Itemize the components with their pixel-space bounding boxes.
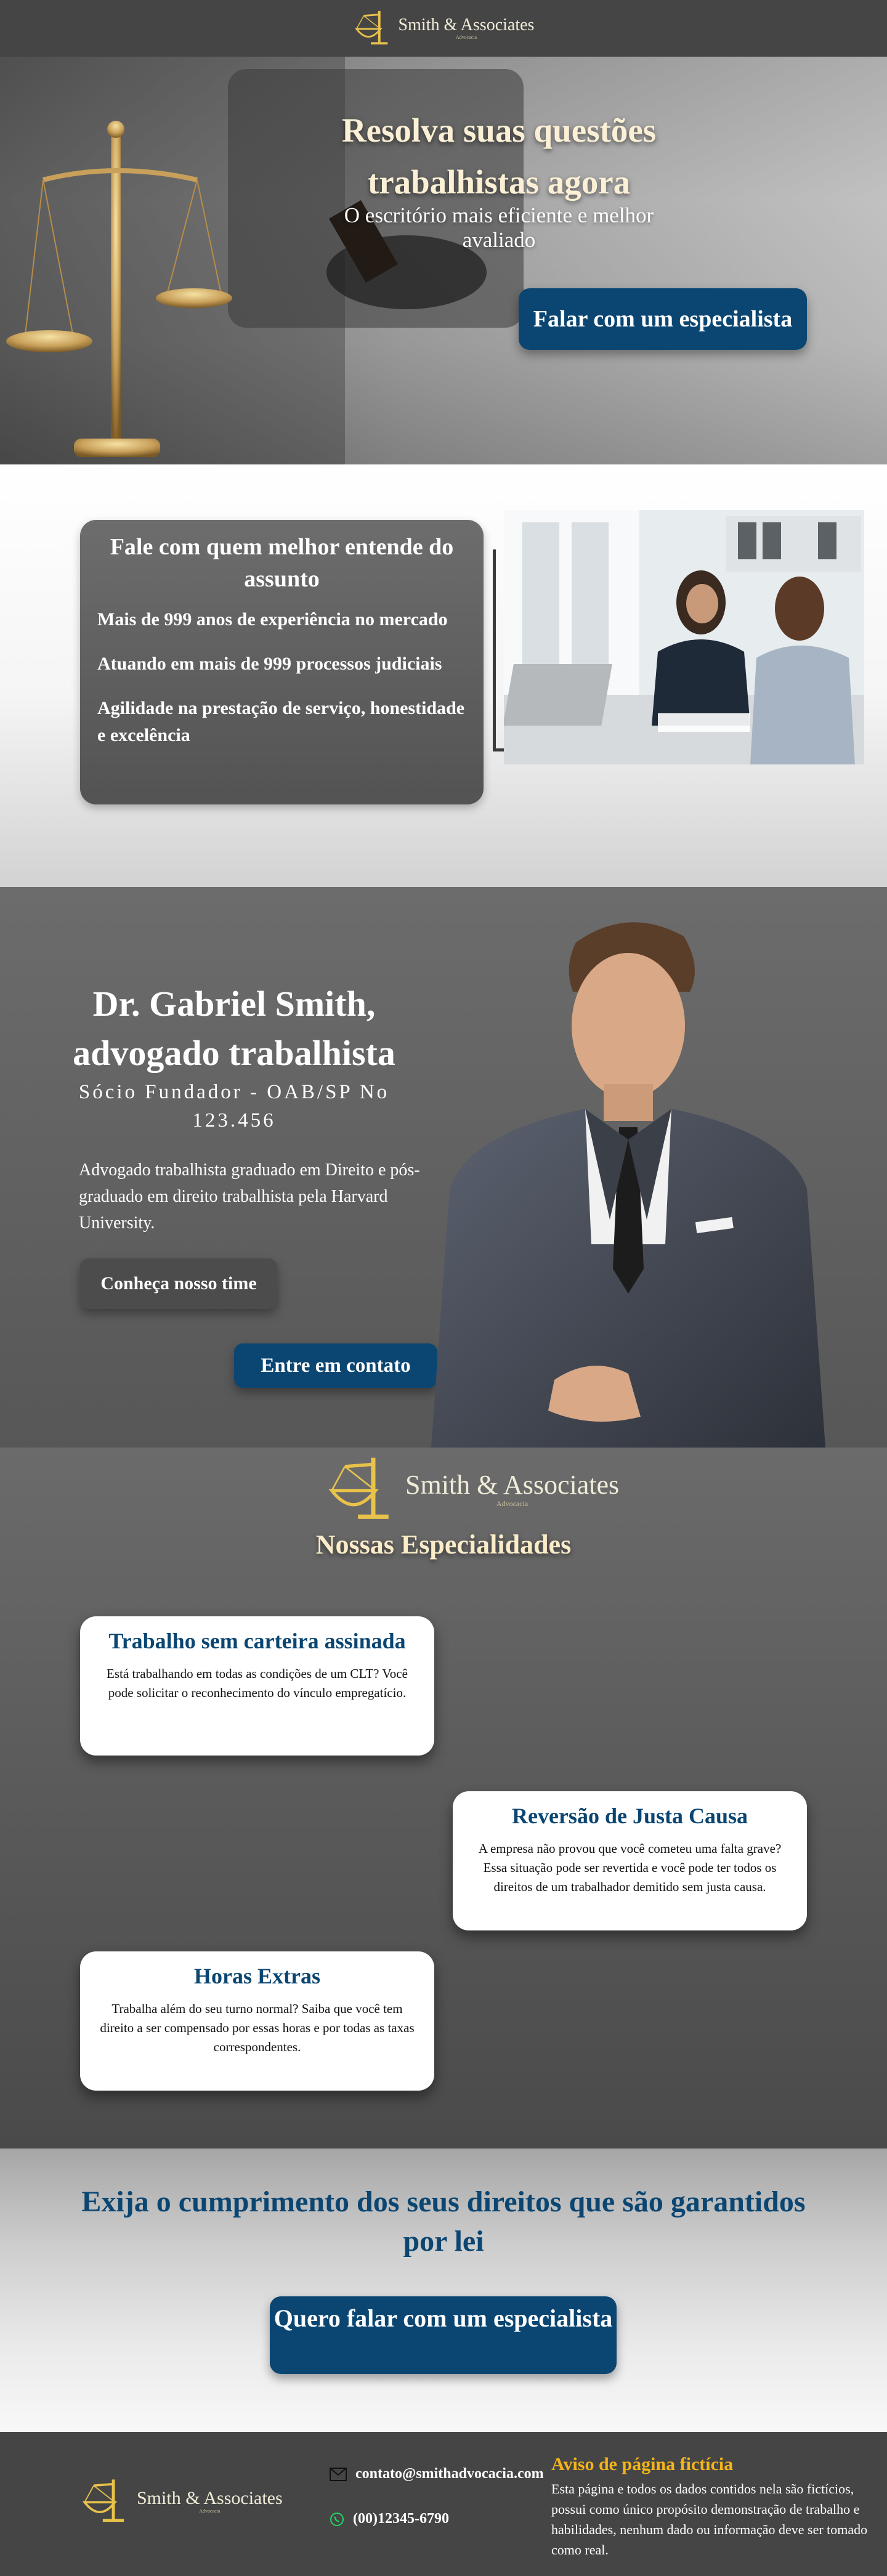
about-list: Mais de 999 anos de experiência no merca… xyxy=(97,606,466,749)
cta-section: Exija o cumprimento dos seus direitos qu… xyxy=(0,2149,887,2432)
scales-logo-icon xyxy=(354,10,387,45)
about-item: Atuando em mais de 999 processos judicia… xyxy=(97,654,442,674)
brand-subtitle: Advocacia xyxy=(496,1499,529,1508)
lawyer-role: Sócio Fundador - OAB/SP No 123.456 xyxy=(78,1081,390,1132)
about-title: Fale com quem melhor entende do assunto xyxy=(110,534,454,592)
specialty-card[interactable]: Horas Extras Trabalha além do seu turno … xyxy=(80,1951,434,2091)
specialty-card[interactable]: Reversão de Justa Causa A empresa não pr… xyxy=(453,1791,807,1930)
specialty-description: A empresa não provou que você cometeu um… xyxy=(478,1841,782,1894)
lawyer-name: Dr. Gabriel Smith, advogado trabalhista xyxy=(73,984,395,1073)
brand-logo[interactable]: Smith & Associates Advocacia xyxy=(353,7,535,49)
lawyer-bio: Advogado trabalhista graduado em Direito… xyxy=(79,1160,420,1233)
hero-section: Resolva suas questões trabalhistas agora… xyxy=(0,57,887,464)
envelope-icon xyxy=(330,2467,347,2481)
phone-contact[interactable]: (00)12345-6790 xyxy=(330,2511,449,2527)
whatsapp-icon xyxy=(330,2512,344,2526)
specialty-description: Trabalha além do seu turno normal? Saiba… xyxy=(100,2001,415,2054)
about-section: Fale com quem melhor entende do assunto … xyxy=(0,464,887,887)
brand-name: Smith & Associates xyxy=(398,15,535,34)
specialty-title: Trabalho sem carteira assinada xyxy=(108,1629,406,1653)
notice-text: Esta página e todos os dados contidos ne… xyxy=(551,2481,868,2558)
cta-specialist-button[interactable]: Quero falar com um especialista xyxy=(270,2296,617,2374)
specialty-title: Horas Extras xyxy=(194,1964,320,1988)
scales-logo-icon xyxy=(82,2479,124,2522)
specialty-title: Reversão de Justa Causa xyxy=(512,1804,748,1828)
site-footer: Smith & Associates Advocacia contato@smi… xyxy=(0,2432,887,2576)
specialty-card[interactable]: Trabalho sem carteira assinada Está trab… xyxy=(80,1616,434,1756)
specialties-section: Smith & Associates Advocacia Nossas Espe… xyxy=(0,1448,887,2149)
brand-name: Smith & Associates xyxy=(405,1470,620,1500)
site-header: Smith & Associates Advocacia xyxy=(0,0,887,57)
lawyer-portrait-photo xyxy=(431,922,825,1448)
cta-text: Exija o cumprimento dos seus direitos qu… xyxy=(81,2185,806,2258)
about-item: Mais de 999 anos de experiência no merca… xyxy=(97,609,448,630)
email-contact[interactable]: contato@smithadvocacia.com xyxy=(330,2466,544,2482)
phone-text: (00)12345-6790 xyxy=(353,2511,449,2527)
lawyer-section: Dr. Gabriel Smith, advogado trabalhista … xyxy=(0,887,887,1448)
hero-title: Resolva suas questões trabalhistas agora xyxy=(341,111,657,201)
talk-to-specialist-button[interactable]: Falar com um especialista xyxy=(519,288,807,350)
email-text: contato@smithadvocacia.com xyxy=(355,2466,544,2482)
brand-subtitle: Advocacia xyxy=(199,2508,221,2514)
office-meeting-photo xyxy=(504,510,864,764)
about-item: Agilidade na prestação de serviço, hones… xyxy=(97,698,465,745)
brand-subtitle: Advocacia xyxy=(455,34,477,40)
brand-name: Smith & Associates xyxy=(137,2488,283,2508)
about-card: Fale com quem melhor entende do assunto … xyxy=(80,520,484,804)
specialties-brand-logo[interactable]: Smith & Associates Advocacia xyxy=(325,1451,619,1528)
footer-brand-logo[interactable]: Smith & Associates Advocacia xyxy=(80,2475,283,2528)
hero-subtitle: O escritório mais eficiente e melhor ava… xyxy=(344,203,654,252)
meet-team-button[interactable]: Conheça nosso time xyxy=(80,1258,277,1309)
specialties-title: Nossas Especialidades xyxy=(315,1529,572,1560)
specialty-description: Está trabalhando em todas as condições d… xyxy=(107,1666,408,1700)
notice-title: Aviso de página fictícia xyxy=(551,2454,734,2474)
scales-logo-icon xyxy=(328,1457,389,1519)
